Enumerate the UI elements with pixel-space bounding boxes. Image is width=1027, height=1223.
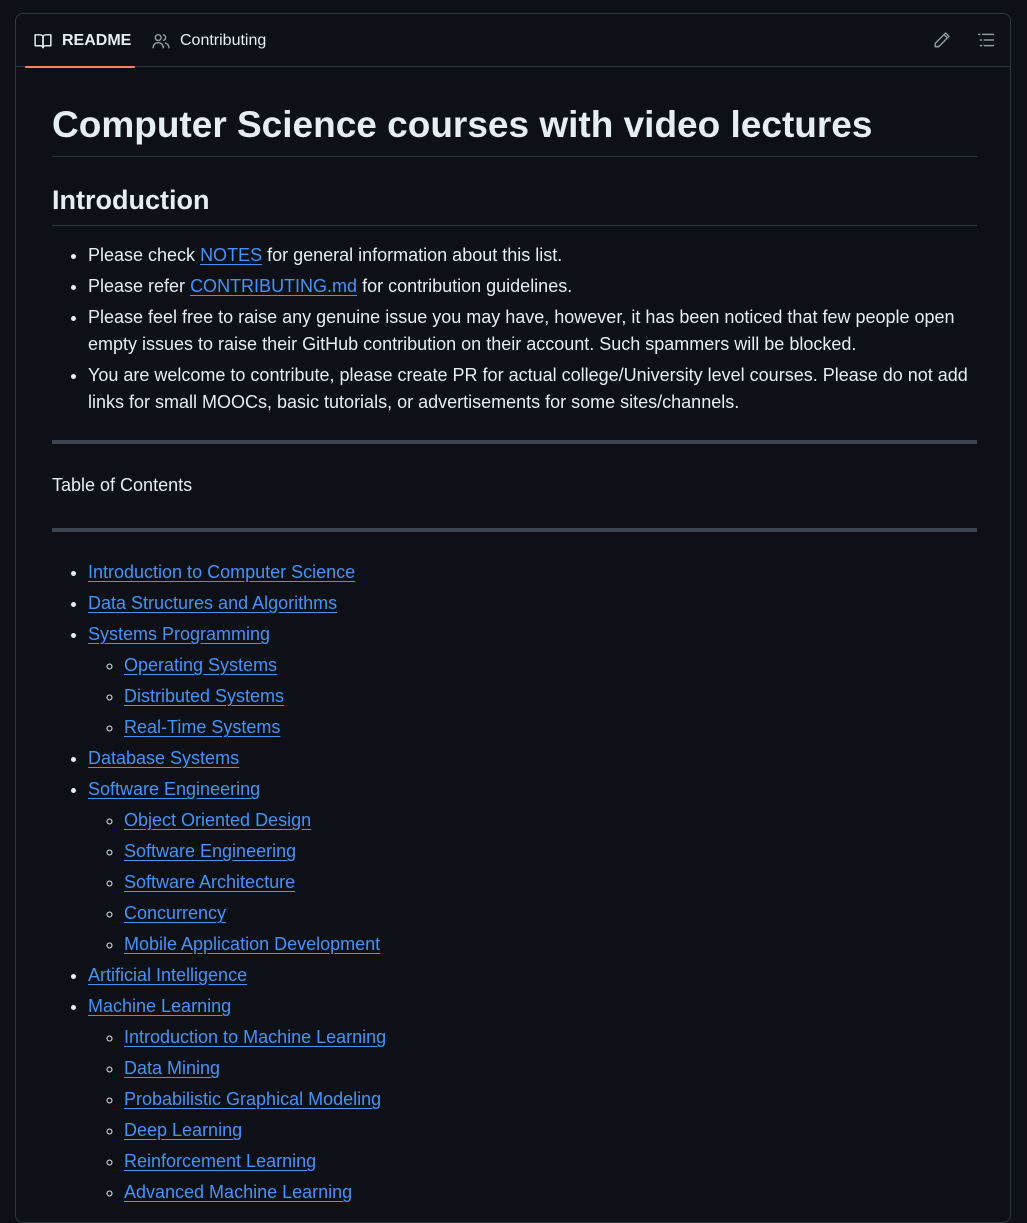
intro-text: Please refer: [88, 276, 191, 296]
toc-subitem-introduction-to-machine-learning: Introduction to Machine Learning: [124, 1024, 977, 1051]
toc-link-advanced-machine-learning[interactable]: Advanced Machine Learning: [124, 1182, 352, 1202]
toc-link-systems-programming[interactable]: Systems Programming: [88, 624, 270, 644]
toc-link-artificial-intelligence[interactable]: Artificial Intelligence: [88, 965, 247, 985]
toc-link-mobile-application-development[interactable]: Mobile Application Development: [124, 934, 380, 954]
readme-tab-bar: README Contributing: [16, 14, 1010, 68]
toc-subitem-real-time-systems: Real-Time Systems: [124, 714, 977, 741]
list-icon: [977, 33, 995, 47]
toc-link-data-mining[interactable]: Data Mining: [124, 1058, 220, 1078]
toc-sublist: Operating Systems Distributed Systems Real…: [88, 652, 977, 741]
list-item: Please check NOTES for general informati…: [88, 242, 977, 269]
edit-file-button[interactable]: [931, 29, 953, 51]
toc-subitem-distributed-systems: Distributed Systems: [124, 683, 977, 710]
list-item: Please feel free to raise any genuine is…: [88, 304, 977, 358]
toc-subitem-object-oriented-design: Object Oriented Design: [124, 807, 977, 834]
toc-item-machine-learning: Machine Learning Introduction to Machine …: [88, 993, 977, 1206]
intro-list: Please check NOTES for general informati…: [52, 242, 977, 416]
tab-readme[interactable]: README: [25, 14, 135, 68]
intro-text: Please check: [88, 245, 201, 265]
toc-link-concurrency[interactable]: Concurrency: [124, 903, 226, 923]
toc-subitem-reinforcement-learning: Reinforcement Learning: [124, 1148, 977, 1175]
toc-item-data-structures-and-algorithms: Data Structures and Algorithms: [88, 590, 977, 617]
tab-readme-label: README: [62, 31, 132, 49]
introduction-heading: Introduction: [52, 157, 977, 226]
tab-contributing-label: Contributing: [180, 31, 267, 49]
toc-link-software-architecture[interactable]: Software Architecture: [124, 872, 295, 892]
pencil-icon: [934, 32, 950, 48]
toc-title: Table of Contents: [52, 475, 193, 495]
contributing-link[interactable]: CONTRIBUTING.md: [190, 276, 357, 296]
readme-panel: README Contributing Computer Science cou…: [15, 13, 1011, 1223]
toc-subitem-software-engineering: Software Engineering: [124, 838, 977, 865]
toc-link-reinforcement-learning[interactable]: Reinforcement Learning: [124, 1151, 316, 1171]
toc-link-distributed-systems[interactable]: Distributed Systems: [124, 686, 284, 706]
toc-sublist: Introduction to Machine Learning Data Min…: [88, 1024, 977, 1206]
toc-link-operating-systems[interactable]: Operating Systems: [124, 655, 277, 675]
toc-sublist: Object Oriented Design Software Engineeri…: [88, 807, 977, 958]
toc-subitem-mobile-application-development: Mobile Application Development: [124, 931, 977, 958]
toc-subitem-concurrency: Concurrency: [124, 900, 977, 927]
toc-item-introduction-to-computer-science: Introduction to Computer Science: [88, 559, 977, 586]
book-icon: [34, 32, 52, 50]
outline-button[interactable]: [975, 29, 997, 51]
toc-subitem-operating-systems: Operating Systems: [124, 652, 977, 679]
notes-link[interactable]: NOTES: [200, 245, 262, 265]
toc-item-systems-programming: Systems Programming Operating Systems Dist…: [88, 621, 977, 741]
page-title: Computer Science courses with video lect…: [52, 67, 977, 157]
people-icon: [152, 32, 170, 50]
toc-subitem-probabilistic-graphical-modeling: Probabilistic Graphical Modeling: [124, 1086, 977, 1113]
toc-link-software-engineering[interactable]: Software Engineering: [88, 779, 260, 799]
list-item: Please refer CONTRIBUTING.md for contrib…: [88, 273, 977, 300]
table-of-contents: Introduction to Computer Science Data Str…: [52, 559, 977, 1206]
toc-subitem-data-mining: Data Mining: [124, 1055, 977, 1082]
tab-contributing[interactable]: Contributing: [152, 14, 266, 67]
toc-link-deep-learning[interactable]: Deep Learning: [124, 1120, 242, 1140]
toc-link-probabilistic-graphical-modeling[interactable]: Probabilistic Graphical Modeling: [124, 1089, 381, 1109]
toc-link-data-structures-and-algorithms[interactable]: Data Structures and Algorithms: [88, 593, 337, 613]
intro-text: for contribution guidelines.: [357, 276, 573, 296]
readme-content: Computer Science courses with video lect…: [52, 67, 977, 1210]
list-item: You are welcome to contribute, please cr…: [88, 362, 977, 416]
toc-subitem-advanced-machine-learning: Advanced Machine Learning: [124, 1179, 977, 1206]
toc-link-real-time-systems[interactable]: Real-Time Systems: [124, 717, 280, 737]
toc-link-database-systems[interactable]: Database Systems: [88, 748, 239, 768]
toc-link-software-engineering[interactable]: Software Engineering: [124, 841, 296, 861]
toc-link-introduction-to-machine-learning[interactable]: Introduction to Machine Learning: [124, 1027, 386, 1047]
toc-link-object-oriented-design[interactable]: Object Oriented Design: [124, 810, 311, 830]
toc-subitem-software-architecture: Software Architecture: [124, 869, 977, 896]
toc-item-artificial-intelligence: Artificial Intelligence: [88, 962, 977, 989]
toc-subitem-deep-learning: Deep Learning: [124, 1117, 977, 1144]
toc-link-machine-learning[interactable]: Machine Learning: [88, 996, 231, 1016]
toc-item-database-systems: Database Systems: [88, 745, 977, 772]
intro-text: for general information about this list.: [262, 245, 563, 265]
divider: [52, 528, 977, 532]
toc-item-software-engineering: Software EngineeringObject Oriented Desi…: [88, 776, 977, 958]
toc-link-introduction-to-computer-science[interactable]: Introduction to Computer Science: [88, 562, 355, 582]
